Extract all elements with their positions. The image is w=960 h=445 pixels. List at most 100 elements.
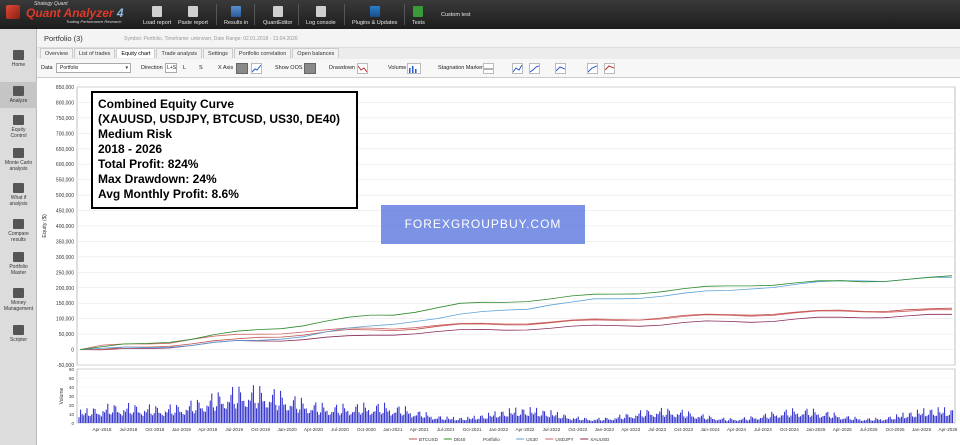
x-axis-chart-button[interactable]: [251, 63, 262, 74]
y-tick-label: 250,000: [56, 270, 74, 276]
toolbar-divider: [254, 4, 255, 25]
x-tick-label: Jul-2024: [754, 427, 772, 432]
x-axis-toggle[interactable]: [236, 63, 248, 74]
legend-label: USDJPY: [555, 437, 573, 442]
logo-tagline: Trading Performance Research: [66, 19, 122, 24]
quanteditor-button[interactable]: QuantEditor: [263, 0, 292, 29]
y-tick-label: 650,000: [56, 147, 74, 153]
legend-label: US30: [526, 437, 538, 442]
sidebar-item-compare[interactable]: Compare results: [0, 219, 37, 243]
tab-settings[interactable]: Settings: [203, 48, 233, 58]
tab-bar: Overview List of trades Equity chart Tra…: [37, 48, 960, 59]
analyze-icon: [13, 86, 24, 96]
tab-overview[interactable]: Overview: [40, 48, 73, 58]
x-tick-label: Jul-2021: [437, 427, 455, 432]
drawdown-button[interactable]: [357, 63, 368, 74]
log-console-label: Log console: [306, 20, 336, 26]
data-select[interactable]: Portfolio ▾: [56, 63, 131, 73]
sidebar-item-equity-control[interactable]: Equity Control: [0, 115, 37, 139]
load-report-button[interactable]: Load report: [143, 0, 171, 29]
sidebar-label: Compare results: [8, 231, 29, 243]
y-tick-label: 400,000: [56, 224, 74, 230]
line-chart-icon: [587, 65, 598, 73]
check-icon: [413, 6, 424, 17]
toolbar-divider: [298, 4, 299, 25]
stagnation-button[interactable]: [483, 63, 494, 74]
plugins-button[interactable]: Plugins & Updates: [352, 0, 397, 29]
direction-s-button[interactable]: S: [199, 65, 203, 71]
x-tick-label: Jan-2026: [912, 427, 932, 432]
log-console-button[interactable]: Log console: [306, 0, 336, 29]
compare-icon: [13, 219, 24, 229]
x-tick-label: Oct-2024: [780, 427, 799, 432]
sidebar-item-what-if[interactable]: What if analysis: [0, 183, 37, 207]
y-tick-label: 750,000: [56, 116, 74, 122]
line-chart-icon: [555, 66, 566, 72]
info-years: 2018 - 2026: [98, 142, 163, 156]
volume-button[interactable]: [407, 63, 421, 74]
volume-tick-label: 0: [71, 421, 74, 426]
x-tick-label: Oct-2022: [568, 427, 587, 432]
quanteditor-label: QuantEditor: [263, 20, 293, 26]
chart-type-button-1[interactable]: [512, 63, 523, 74]
home-icon: [13, 50, 24, 60]
sidebar-item-monte-carlo[interactable]: Monte Carlo analysis: [0, 148, 37, 172]
y-tick-label: 450,000: [56, 209, 74, 215]
logo-cube-icon: [6, 5, 20, 19]
x-tick-label: Apr-2018: [93, 427, 112, 432]
info-max-drawdown: Max Drawdown: 24%: [98, 172, 217, 186]
volume-axis-label: Volume: [59, 387, 65, 404]
direction-ls-button[interactable]: L+S: [165, 63, 177, 73]
stagnation-label: Stagnation Marker: [438, 65, 483, 71]
y-tick-label: 600,000: [56, 162, 74, 168]
custom-test-label: Custom test: [441, 11, 471, 18]
x-tick-label: Jan-2024: [700, 427, 720, 432]
y-tick-label: 700,000: [56, 131, 74, 137]
tab-portfolio-correlation[interactable]: Portfolio correlation: [233, 48, 292, 58]
paste-report-button[interactable]: Paste report: [178, 0, 208, 29]
equity-control-icon: [13, 115, 24, 125]
chart-type-button-4[interactable]: [587, 63, 598, 74]
x-tick-label: Oct-2021: [463, 427, 482, 432]
info-title: Combined Equity Curve: [98, 97, 235, 111]
tab-trade-analysis[interactable]: Trade analysis: [156, 48, 203, 58]
x-tick-label: Jul-2022: [543, 427, 561, 432]
chart-type-button-2[interactable]: [529, 63, 540, 74]
chart-type-button-3[interactable]: [555, 63, 566, 74]
direction-l-button[interactable]: L: [183, 65, 186, 71]
page-title: Portfolio (3): [44, 34, 83, 43]
y-tick-label: 50,000: [59, 332, 75, 338]
tests-button[interactable]: Tests: [412, 0, 425, 29]
plugins-icon: [369, 6, 380, 17]
x-tick-label: Oct-2019: [251, 427, 270, 432]
x-tick-label: Jan-2021: [383, 427, 403, 432]
show-oos-toggle[interactable]: [304, 63, 316, 74]
chart-type-button-5[interactable]: [604, 63, 615, 74]
line-chart-icon: [512, 64, 523, 73]
x-tick-label: Apr-2023: [621, 427, 640, 432]
sidebar-item-money-management[interactable]: Money Management: [0, 288, 37, 312]
sidebar-label: What if analysis: [9, 195, 28, 207]
sidebar-item-scripter[interactable]: Scripter: [0, 325, 37, 343]
x-tick-label: Jul-2018: [120, 427, 138, 432]
tab-open-balances[interactable]: Open balances: [292, 48, 340, 58]
sidebar-item-home[interactable]: Home: [0, 50, 37, 68]
custom-test-button[interactable]: Custom test: [441, 0, 470, 29]
tab-list-of-trades[interactable]: List of trades: [73, 48, 116, 58]
tab-equity-chart[interactable]: Equity chart: [116, 48, 156, 58]
line-chart-icon: [529, 65, 540, 73]
breadcrumb: Portfolio (3) Symbol: Portfolio, Timefra…: [37, 29, 960, 48]
sidebar-label: Money Management: [3, 300, 34, 312]
x-tick-label: Oct-2023: [674, 427, 693, 432]
paste-report-label: Paste report: [178, 20, 208, 26]
x-tick-label: Apr-2020: [304, 427, 323, 432]
volume-tick-label: 50: [69, 376, 75, 381]
info-risk: Medium Risk: [98, 127, 173, 141]
y-tick-label: 850,000: [56, 85, 74, 91]
sidebar-label: Scripter: [9, 337, 28, 343]
sidebar-item-portfolio-master[interactable]: Portfolio Master: [0, 252, 37, 276]
x-axis-label: X Axis: [218, 65, 234, 71]
sidebar-item-analyze[interactable]: Analyze: [0, 82, 37, 108]
results-label: Results in: [224, 20, 249, 26]
results-button[interactable]: Results in: [224, 0, 248, 29]
